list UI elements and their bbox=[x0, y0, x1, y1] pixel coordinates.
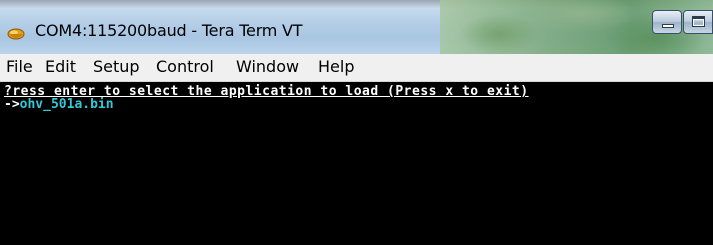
minimize-icon bbox=[662, 24, 674, 28]
tera-term-app-icon[interactable] bbox=[6, 22, 26, 42]
terminal-screen[interactable]: ?ress enter to select the application to… bbox=[0, 82, 713, 245]
window-controls bbox=[652, 10, 713, 36]
menu-edit[interactable]: Edit bbox=[45, 57, 76, 76]
maximize-button[interactable] bbox=[683, 10, 713, 34]
title-bar[interactable]: COM4:115200baud - Tera Term VT bbox=[0, 0, 713, 54]
selected-application-file: ohv_501a.bin bbox=[19, 97, 114, 112]
menu-file[interactable]: File bbox=[6, 57, 33, 76]
terminal-selection-line: ->ohv_501a.bin bbox=[4, 97, 114, 112]
minimize-button[interactable] bbox=[652, 10, 682, 34]
menu-setup[interactable]: Setup bbox=[93, 57, 140, 76]
maximize-icon bbox=[692, 16, 705, 27]
window-title: COM4:115200baud - Tera Term VT bbox=[35, 21, 303, 40]
menu-control[interactable]: Control bbox=[156, 57, 214, 76]
menu-bar: File Edit Setup Control Window Help bbox=[0, 54, 713, 82]
selection-arrow: -> bbox=[4, 97, 20, 112]
menu-window[interactable]: Window bbox=[236, 57, 299, 76]
menu-help[interactable]: Help bbox=[318, 57, 354, 76]
